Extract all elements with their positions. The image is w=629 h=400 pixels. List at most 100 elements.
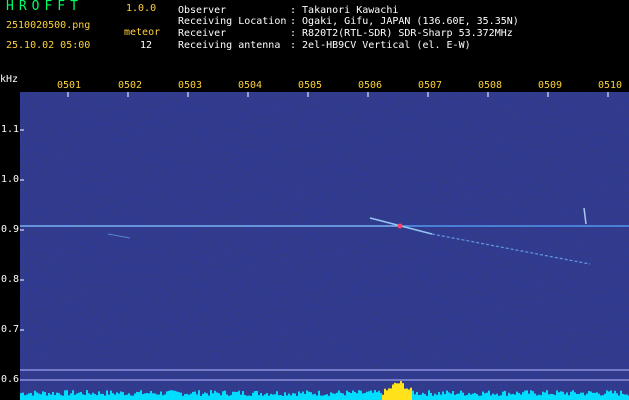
spectrum-bar <box>252 392 254 400</box>
spectrum-bar <box>518 393 520 400</box>
spectrum-bar <box>260 393 262 400</box>
spectrum-bar <box>168 390 170 400</box>
spectrum-bar <box>78 392 80 400</box>
spectrum-bar <box>418 394 420 400</box>
spectrum-bar <box>54 395 56 400</box>
spectrum-bar <box>150 390 152 400</box>
time-tick: 0508 <box>478 80 503 91</box>
time-tick: 0506 <box>358 80 383 91</box>
spectrum-bar <box>374 390 376 400</box>
spectrum-bar <box>24 395 26 400</box>
time-tick: 0503 <box>178 80 203 91</box>
spectrum-bar <box>522 392 524 400</box>
time-tick: 0509 <box>538 80 563 91</box>
spectrum-bar <box>152 393 154 400</box>
spectrum-bar <box>174 390 176 400</box>
spectrum-bar <box>310 392 312 400</box>
spectrum-bar <box>532 391 534 400</box>
spectrum-bar <box>606 390 608 400</box>
spectrum-bar <box>30 392 32 400</box>
spectrum-bar <box>614 390 616 400</box>
spectrum-bar <box>448 392 450 400</box>
spectrum-bar <box>268 395 270 400</box>
spectrum-bar <box>92 392 94 400</box>
spectrum-bar <box>222 391 224 400</box>
spectrum-bar <box>446 390 448 400</box>
spectrum-bar <box>188 394 190 400</box>
spectrum-bar <box>402 383 404 400</box>
spectrum-bar <box>616 393 618 400</box>
spectrum-bar <box>146 393 148 400</box>
spectrum-bar <box>214 390 216 400</box>
spectrum-bar <box>376 392 378 400</box>
spectrum-bar <box>286 395 288 400</box>
spectrum-bar <box>394 382 396 400</box>
recording-datetime: 25.10.02 05:00 <box>6 40 91 51</box>
spectrum-bar <box>424 394 426 400</box>
time-tick: 0502 <box>118 80 143 91</box>
spectrum-bar <box>474 392 476 400</box>
spectrum-bar <box>102 393 104 400</box>
spectrum-bar <box>80 391 82 400</box>
spectrum-bar <box>588 391 590 400</box>
spectrum-bar <box>572 390 574 400</box>
spectrum-bar <box>126 394 128 400</box>
spectrum-bar <box>340 392 342 400</box>
spectrum-bar <box>192 391 194 400</box>
spectrum-bar <box>592 392 594 400</box>
spectrum-bar <box>216 392 218 400</box>
spectrum-bar <box>276 391 278 400</box>
spectrum-bar <box>408 389 410 400</box>
spectrum-bar <box>296 395 298 400</box>
spectrum-bar <box>404 388 406 400</box>
spectrum-bar <box>468 393 470 400</box>
spectrum-bar <box>220 395 222 400</box>
spectrum-bar <box>548 394 550 400</box>
spectrum-bar <box>278 395 280 400</box>
spectrum-bar <box>350 393 352 400</box>
spectrum-bar <box>172 390 174 400</box>
observer-key: Observer <box>178 5 227 16</box>
spectrum-bar <box>140 390 142 400</box>
spectrum-bar <box>348 392 350 400</box>
spectrum-bar <box>198 390 200 400</box>
spectrum-bar <box>338 390 340 400</box>
spectrum-bar <box>414 394 416 400</box>
location-value: : Ogaki, Gifu, JAPAN (136.60E, 35.35N) <box>290 16 519 27</box>
spectrum-bar <box>608 391 610 400</box>
meteor-head <box>397 223 403 229</box>
spectrum-bar <box>396 383 398 400</box>
spectrum-bar <box>106 390 108 400</box>
spectrum-bar <box>302 391 304 400</box>
spectrum-bar <box>584 395 586 400</box>
meteor-count: 12 <box>140 40 153 51</box>
spectrum-bar <box>66 390 68 400</box>
spectrum-bar <box>464 395 466 400</box>
spectrum-bar <box>228 395 230 400</box>
spectrum-bar <box>454 394 456 400</box>
spectrum-bar <box>50 394 52 400</box>
spectrum-bar <box>520 394 522 400</box>
freq-tick: 1.1 <box>1 124 20 135</box>
spectrum-bar <box>90 394 92 400</box>
spectrum-bar <box>444 394 446 400</box>
spectrum-bar <box>458 393 460 400</box>
spectrum-bar <box>68 395 70 400</box>
spectrum-bar <box>366 391 368 400</box>
spectrum-bar <box>58 393 60 400</box>
spectrum-bar <box>182 395 184 400</box>
spectrum-bar <box>128 393 130 400</box>
spectrum-bar <box>250 395 252 400</box>
spectrum-bar <box>114 394 116 400</box>
spectrum-bar <box>312 394 314 400</box>
spectrum-bar <box>496 393 498 400</box>
time-tick: 0505 <box>298 80 323 91</box>
spectrum-bar <box>490 395 492 400</box>
spectrum-bar <box>308 391 310 400</box>
spectrum-bar <box>568 395 570 400</box>
spectrum-bar <box>28 393 30 400</box>
spectrum-bar <box>98 391 100 400</box>
spectrum-bar <box>410 387 412 400</box>
spectrum-bar <box>42 391 44 400</box>
spectrum-bar <box>332 393 334 400</box>
